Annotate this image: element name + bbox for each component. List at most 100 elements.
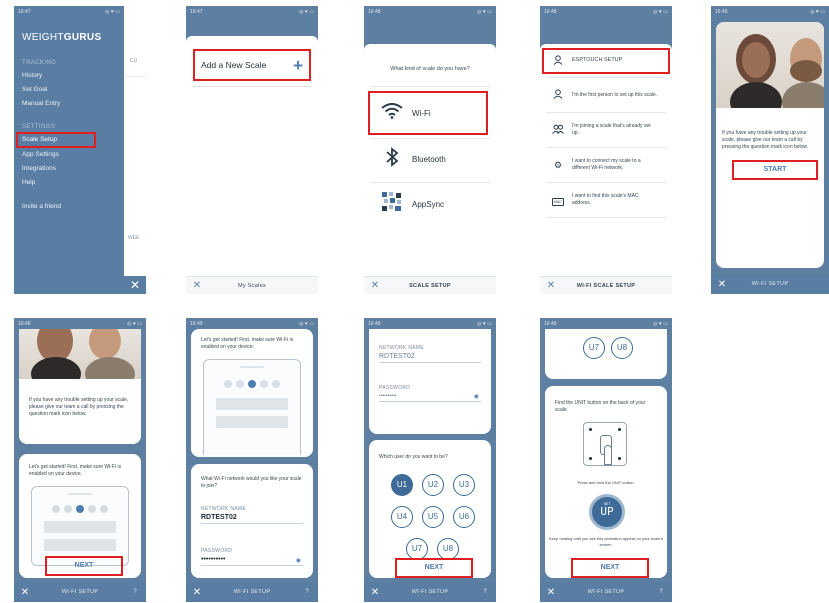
plus-icon[interactable]: + xyxy=(293,57,303,74)
divider xyxy=(546,112,666,113)
menu-section-settings: SETTINGS xyxy=(22,124,56,130)
phone-illustration xyxy=(203,359,301,455)
first-person-label: I'm the first person to set up this scal… xyxy=(572,91,658,98)
user-u8-button[interactable]: U8 xyxy=(611,337,633,359)
scale-type-sheet: What kind of scale do you have? Wi-Fi Bl… xyxy=(364,44,496,294)
connect-new-network-item[interactable]: ⚙ I want to connect my scale to a differ… xyxy=(544,149,668,181)
phone-illustration xyxy=(31,486,129,566)
network-name-input[interactable]: RDTEST02 xyxy=(379,353,481,363)
network-name-input[interactable]: RDTEST02 xyxy=(201,514,303,524)
find-mac-item[interactable]: MAC I want to find this scale's MAC addr… xyxy=(544,184,668,216)
eye-icon[interactable]: ◉ xyxy=(474,393,479,400)
user-icon xyxy=(550,55,566,67)
user-card: Which user do you want to be? U1 U2 U3 U… xyxy=(369,440,491,578)
team-photo xyxy=(19,329,141,379)
menu-item-manual-entry[interactable]: Manual Entry xyxy=(22,100,60,107)
next-button[interactable]: NEXT xyxy=(395,558,473,578)
start-card: Let's get started! First, make sure Wi-F… xyxy=(191,329,313,457)
find-mac-label: I want to find this scale's MAC address. xyxy=(572,193,639,206)
divider xyxy=(546,147,666,148)
user-u7-button[interactable]: U7 xyxy=(406,538,428,560)
status-bar: 16:48 ◎ ♥ ▭ xyxy=(368,9,492,15)
close-icon[interactable]: ✕ xyxy=(711,279,733,290)
password-input[interactable]: •••••••••• xyxy=(201,556,303,566)
esptouch-setup-item[interactable]: ESPTOUCH SETUP xyxy=(542,48,670,74)
tutorial-collage: CU WEE 16:47 ◎ ♥ ▭ WEIGHTGURUS TRACKING H… xyxy=(0,0,829,603)
divider xyxy=(192,86,312,87)
lets-start-text: Let's get started! First, make sure Wi-F… xyxy=(201,337,294,350)
user-u1-button[interactable]: U1 xyxy=(391,474,413,496)
close-icon[interactable]: ✕ xyxy=(364,280,386,291)
add-new-scale-row[interactable]: Add a New Scale + xyxy=(193,49,311,81)
user-u6-button[interactable]: U6 xyxy=(453,506,475,528)
wifi-setup-footer: ✕ WI-FI SETUP ? xyxy=(540,582,672,602)
appsync-qr-icon xyxy=(378,191,406,217)
user-u8-button[interactable]: U8 xyxy=(437,538,459,560)
bluetooth-icon xyxy=(378,146,406,172)
sheet-footer: ✕ WI-FI SCALE SETUP xyxy=(540,276,672,294)
wifi-setup-footer: ✕ WI-FI SETUP ? xyxy=(186,582,318,602)
setup-display-icon: SET UP xyxy=(589,494,625,530)
menu-item-app-settings[interactable]: App Settings xyxy=(22,151,59,158)
start-card: Let's get started! First, make sure Wi-F… xyxy=(19,454,141,578)
trouble-text: If you have any trouble setting up your … xyxy=(722,130,809,150)
user-card: U7 U8 xyxy=(545,329,667,379)
joining-item[interactable]: I'm joining a scale that's already set u… xyxy=(544,114,668,146)
close-icon[interactable]: ✕ xyxy=(540,587,562,598)
menu-item-integrations[interactable]: Integrations xyxy=(22,165,56,172)
side-menu: 16:47 ◎ ♥ ▭ WEIGHTGURUS TRACKING History … xyxy=(14,6,124,294)
step-dots xyxy=(204,380,300,388)
add-new-scale-label: Add a New Scale xyxy=(201,60,267,70)
user-question: Which user do you want to be? xyxy=(379,454,448,460)
keep-holding-text: Keep holding until you see this animatio… xyxy=(549,536,663,547)
screen-wifi-step-4: 16:49 ◎ ♥ ▭ U7 U8 Find the UNIT button on… xyxy=(540,318,672,602)
close-icon[interactable]: ✕ xyxy=(186,280,208,291)
first-person-item[interactable]: I'm the first person to set up this scal… xyxy=(544,79,668,111)
users-icon xyxy=(550,124,566,136)
menu-item-invite[interactable]: Invite a friend xyxy=(22,203,61,210)
menu-item-scale-setup[interactable]: Scale Setup xyxy=(16,132,96,148)
screen-wifi-step-3: 16:49 ◎ ♥ ▭ NETWORK NAME RDTEST02 PASSWOR… xyxy=(364,318,496,602)
intro-card: If you have any trouble setting up your … xyxy=(716,22,824,268)
close-icon[interactable]: ✕ xyxy=(186,587,208,598)
user-u2-button[interactable]: U2 xyxy=(422,474,444,496)
wifi-setup-footer: ✕ WI-FI SETUP ? xyxy=(364,582,496,602)
user-u5-button[interactable]: U5 xyxy=(422,506,444,528)
network-question: What Wi-Fi network would you like your s… xyxy=(201,476,302,489)
connect-new-network-label: I want to connect my scale to a differen… xyxy=(572,158,641,171)
status-bar: 16:47 ◎ ♥ ▭ xyxy=(18,9,120,15)
trouble-text: If you have any trouble setting up your … xyxy=(29,397,129,417)
start-button[interactable]: START xyxy=(732,160,818,180)
option-appsync[interactable]: AppSync xyxy=(370,184,486,224)
user-u7-button[interactable]: U7 xyxy=(583,337,605,359)
user-u4-button[interactable]: U4 xyxy=(391,506,413,528)
menu-item-set-goal[interactable]: Set Goal xyxy=(22,86,47,93)
option-wifi[interactable]: Wi-Fi xyxy=(368,91,488,135)
user-u3-button[interactable]: U3 xyxy=(453,474,475,496)
wifi-setup-sheet: ESPTOUCH SETUP I'm the first person to s… xyxy=(540,44,672,294)
mac-icon: MAC xyxy=(552,198,564,206)
screen-wifi-scale-setup: 16:48 ◎ ♥ ▭ ESPTOUCH SETUP I'm the first … xyxy=(540,6,672,294)
menu-item-help[interactable]: Help xyxy=(22,179,35,186)
close-icon[interactable]: ✕ xyxy=(540,280,562,291)
close-icon[interactable]: ✕ xyxy=(124,276,146,294)
close-icon[interactable]: ✕ xyxy=(14,587,36,598)
option-bluetooth[interactable]: Bluetooth xyxy=(370,139,486,179)
my-scales-sheet: Add a New Scale + ✕ My Scales xyxy=(186,36,318,294)
divider xyxy=(370,86,490,87)
password-input[interactable]: •••••••••• xyxy=(379,393,481,402)
help-icon[interactable]: ? xyxy=(650,589,672,595)
shirt-right xyxy=(85,357,135,379)
status-bar: 16:49 ◎ ♥ ▭ xyxy=(544,321,668,327)
next-button[interactable]: NEXT xyxy=(45,556,123,576)
close-icon[interactable]: ✕ xyxy=(364,587,386,598)
help-icon[interactable]: ? xyxy=(296,589,318,595)
app-logo: WEIGHTGURUS xyxy=(22,32,102,43)
screen-scale-type: 16:48 ◎ ♥ ▭ What kind of scale do you hav… xyxy=(364,6,496,294)
help-icon[interactable]: ? xyxy=(124,589,146,595)
menu-item-history[interactable]: History xyxy=(22,72,42,79)
eye-icon[interactable]: ◉ xyxy=(296,557,301,564)
screen-side-menu: CU WEE 16:47 ◎ ♥ ▭ WEIGHTGURUS TRACKING H… xyxy=(14,6,146,294)
help-icon[interactable]: ? xyxy=(474,589,496,595)
next-button[interactable]: NEXT xyxy=(571,558,649,578)
